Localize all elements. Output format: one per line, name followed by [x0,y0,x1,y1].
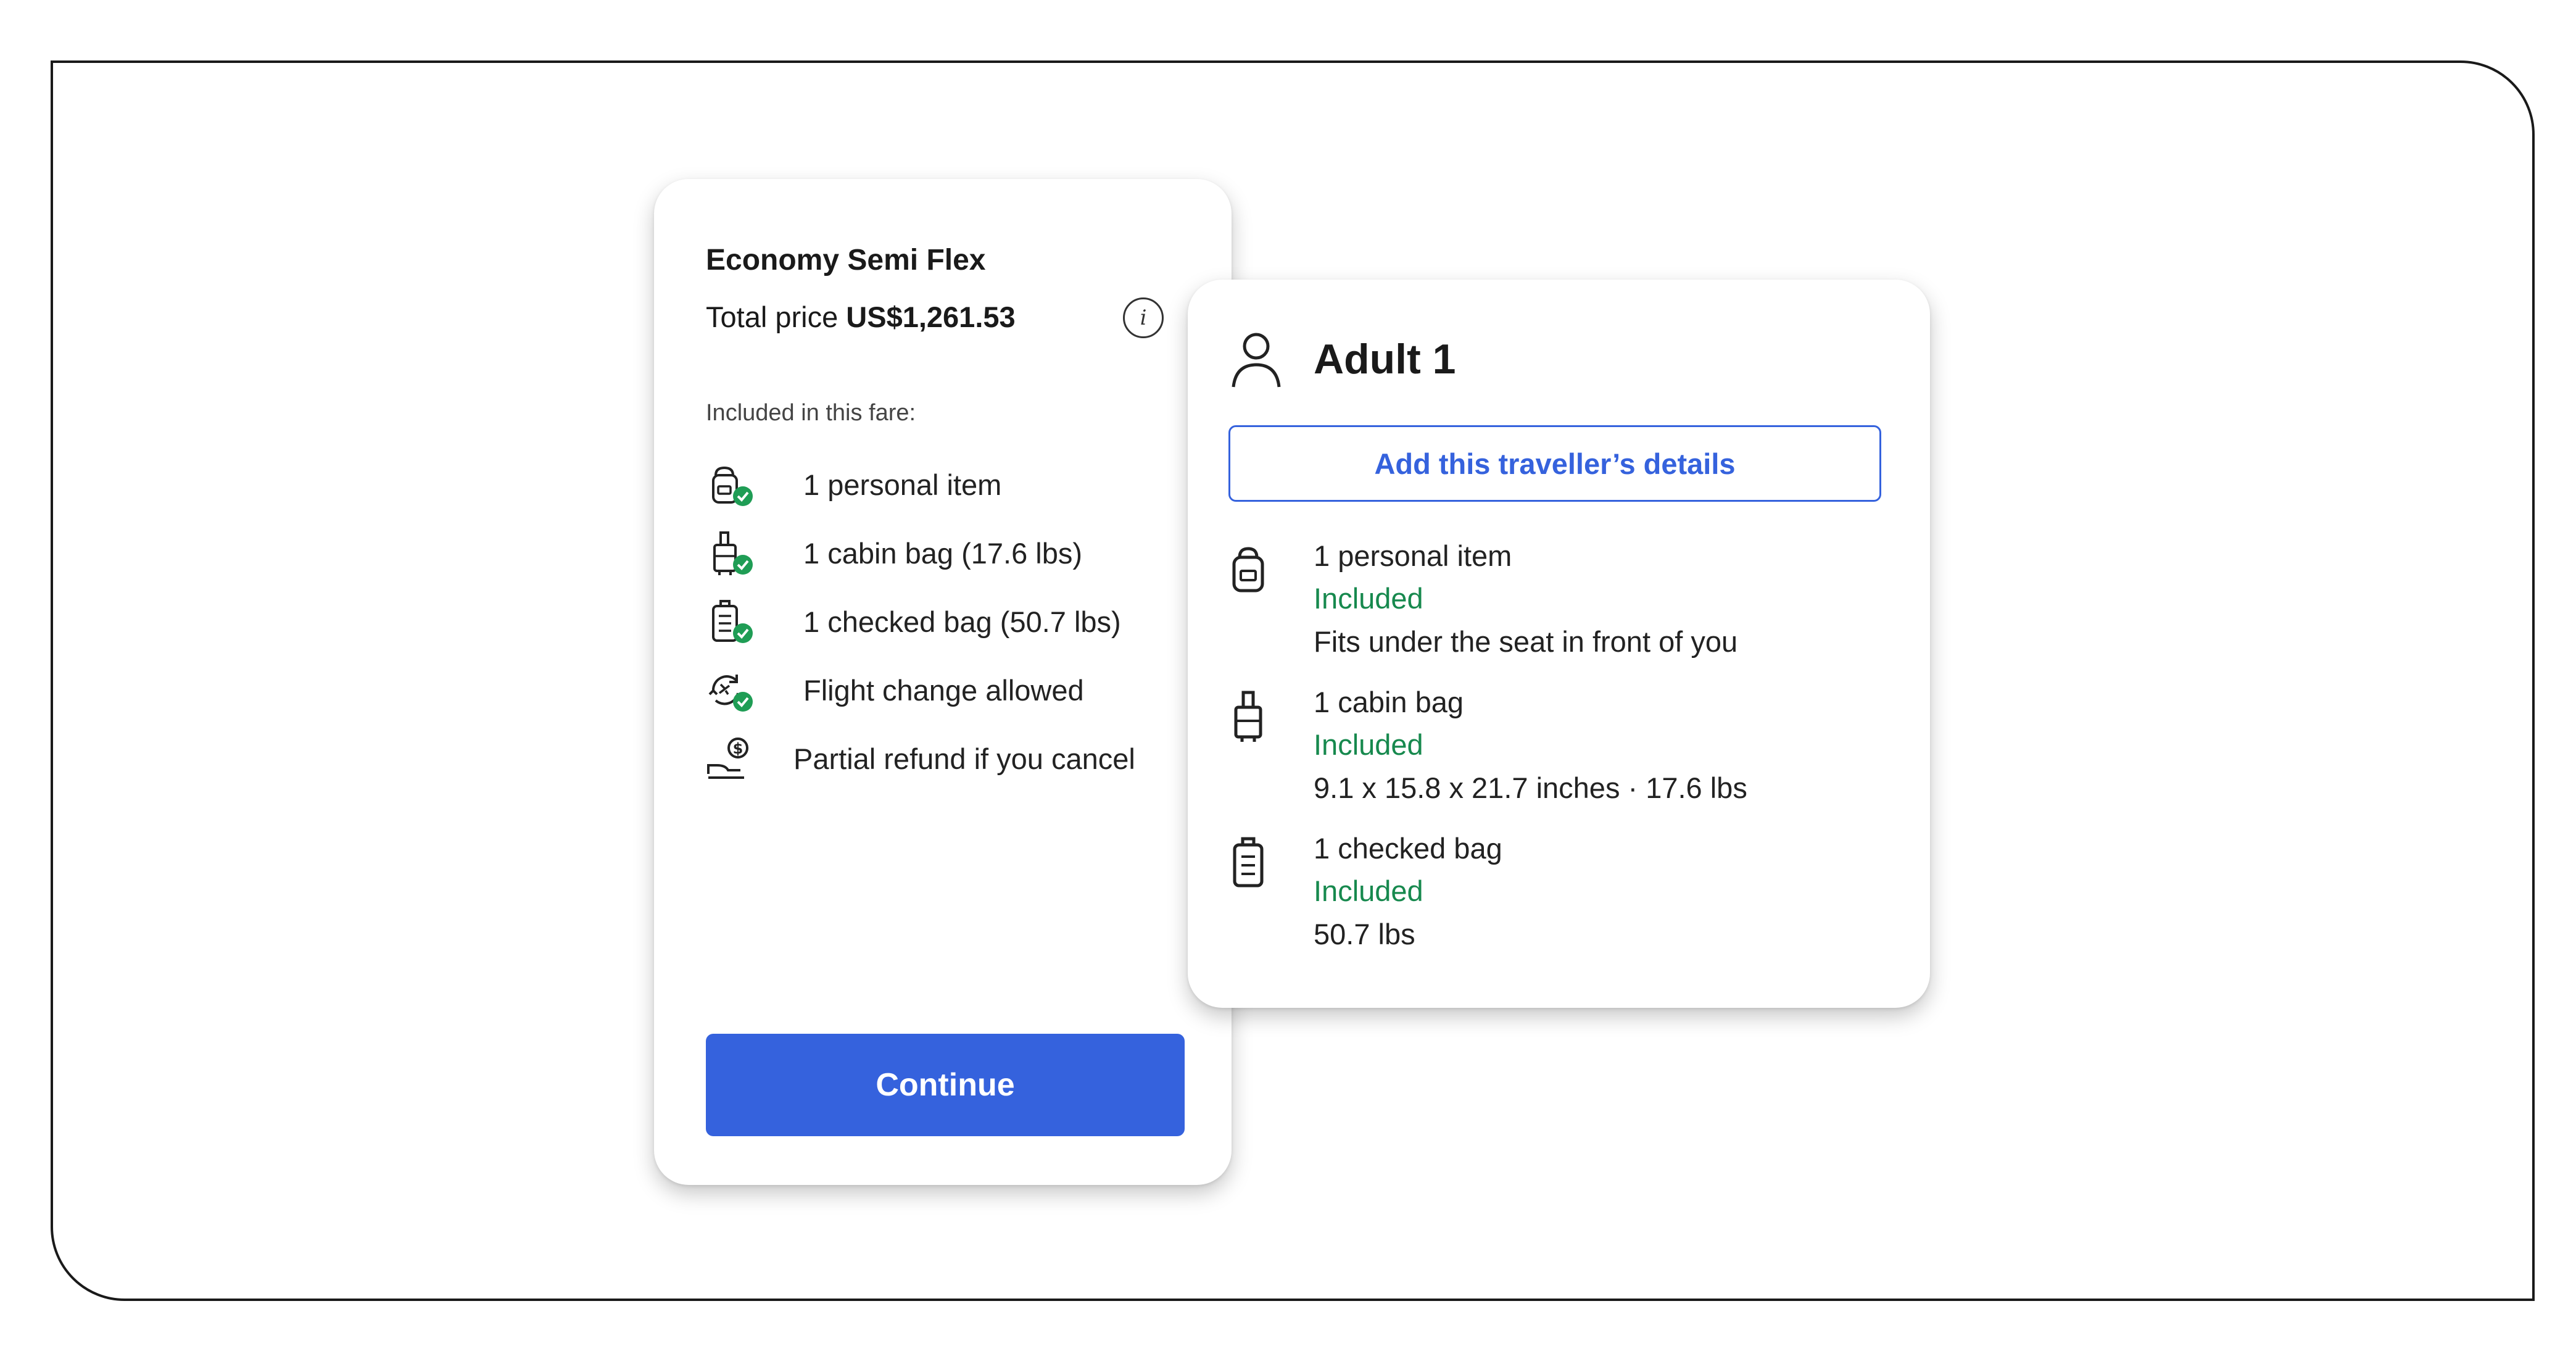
add-traveller-details-button[interactable]: Add this traveller’s details [1228,425,1881,502]
feature-label: Partial refund if you cancel [793,742,1135,775]
feature-label: 1 personal item [803,468,1002,501]
fare-feature-list: 1 personal item 1 cabin bag (17.6 lbs) 1… [706,451,1199,793]
feature-personal-item: 1 personal item [706,451,1199,519]
bag-status: Included [1314,875,1423,907]
traveller-card: Adult 1 Add this traveller’s details 1 p… [1188,280,1930,1008]
feature-label: Flight change allowed [803,674,1084,707]
cabin-bag-check-icon [706,529,763,578]
svg-text:$: $ [733,740,743,757]
checked-bag-check-icon [706,597,763,647]
flight-change-check-icon [706,666,763,715]
continue-button[interactable]: Continue [706,1034,1185,1136]
feature-label: 1 checked bag (50.7 lbs) [803,605,1121,638]
bag-status: Included [1314,582,1423,615]
included-label: Included in this fare: [706,400,916,426]
feature-label: 1 cabin bag (17.6 lbs) [803,537,1083,570]
feature-checked-bag: 1 checked bag (50.7 lbs) [706,588,1199,656]
bag-status: Included [1314,728,1423,761]
cabin-bag-icon [1228,690,1268,749]
bag-detail: Fits under the seat in front of you [1314,625,1738,658]
feature-flight-change: Flight change allowed [706,656,1199,725]
feature-refund: $ Partial refund if you cancel [706,725,1199,793]
traveller-title: Adult 1 [1314,336,1456,383]
bag-name: 1 personal item [1314,539,1512,572]
bag-name: 1 cabin bag [1314,686,1464,718]
bag-detail: 9.1 x 15.8 x 21.7 inches · 17.6 lbs [1314,771,1747,804]
person-icon [1228,329,1284,394]
bag-detail: 50.7 lbs [1314,918,1415,950]
fare-card: Economy Semi Flex Total price US$1,261.5… [654,179,1232,1185]
refund-icon: $ [706,734,763,784]
personal-item-icon [1228,544,1268,599]
personal-item-check-icon [706,460,763,510]
total-price: Total price US$1,261.53 [706,300,1016,334]
feature-cabin-bag: 1 cabin bag (17.6 lbs) [706,519,1199,588]
fare-name: Economy Semi Flex [706,244,986,276]
bag-name: 1 checked bag [1314,832,1502,865]
info-icon[interactable]: i [1123,297,1164,338]
price-prefix: Total price [706,301,839,333]
price-value: US$1,261.53 [846,301,1016,333]
checked-bag-icon [1228,836,1268,895]
